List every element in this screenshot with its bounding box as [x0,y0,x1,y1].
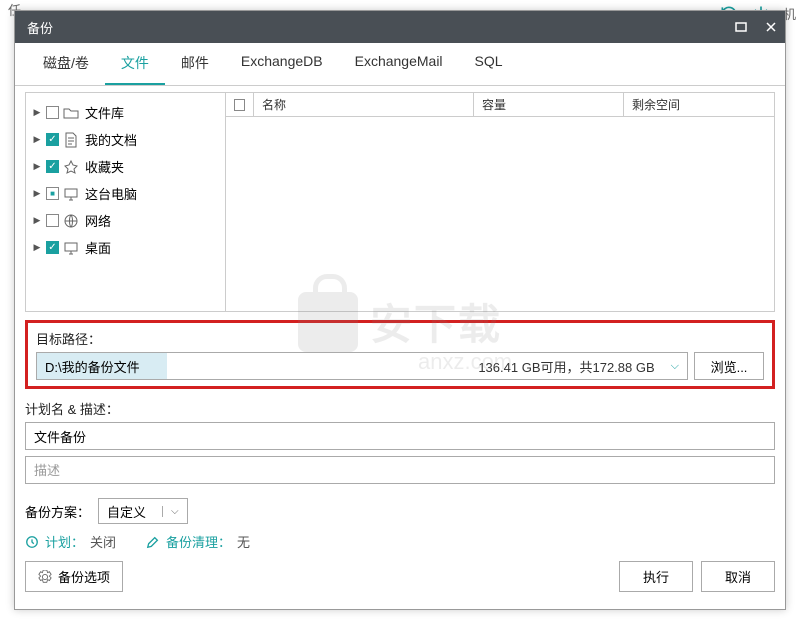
tab-mail[interactable]: 邮件 [165,43,225,85]
target-path-select[interactable]: D:\我的备份文件 136.41 GB可用，共172.88 GB ⌵ [36,352,688,380]
target-path-section: 目标路径： D:\我的备份文件 136.41 GB可用，共172.88 GB ⌵… [25,320,775,389]
expander-icon[interactable]: ▶ [32,215,42,226]
gear-icon [38,570,52,584]
expander-icon[interactable]: ▶ [32,107,42,118]
tree-item-desktop[interactable]: ▶ 桌面 [30,234,221,261]
scheme-row: 备份方案： 自定义 ⌵ [25,498,775,524]
star-icon [63,159,79,175]
tree-label: 收藏夹 [85,157,124,176]
plan-status-link[interactable]: 计划： 关闭 [25,532,116,551]
tab-file[interactable]: 文件 [105,43,165,85]
list-header-capacity[interactable]: 容量 [474,93,624,116]
checkbox[interactable] [46,106,59,119]
plan-label: 计划名 & 描述： [25,399,775,418]
clean-status-link[interactable]: 备份清理： 无 [146,532,250,551]
cancel-button[interactable]: 取消 [701,561,775,592]
document-icon [63,132,79,148]
footer: 备份选项 执行 取消 [25,561,775,592]
tree-label: 网络 [85,211,111,230]
checkbox[interactable] [46,241,59,254]
close-icon[interactable] [765,21,777,33]
expander-icon[interactable]: ▶ [32,161,42,172]
chevron-down-icon: ⌵ [162,506,179,517]
tree-label: 文件库 [85,103,124,122]
tab-bar: 磁盘/卷 文件 邮件 ExchangeDB ExchangeMail SQL [15,43,785,86]
tree-item-network[interactable]: ▶ 网络 [30,207,221,234]
list-header-free[interactable]: 剩余空间 [624,93,774,116]
dialog-title: 备份 [27,18,735,37]
tree-item-favorites[interactable]: ▶ 收藏夹 [30,153,221,180]
scheme-select[interactable]: 自定义 ⌵ [98,498,188,524]
execute-button[interactable]: 执行 [619,561,693,592]
expander-icon[interactable]: ▶ [32,188,42,199]
source-tree: ▶ 文件库 ▶ 我的文档 ▶ 收藏夹 ▶ [26,93,226,311]
list-header-name[interactable]: 名称 [254,93,474,116]
expander-icon[interactable]: ▶ [32,134,42,145]
plan-desc-input[interactable] [25,456,775,484]
file-list: 名称 容量 剩余空间 [226,93,774,311]
folder-icon [63,105,79,121]
target-label: 目标路径： [36,329,764,348]
status-row: 计划： 关闭 备份清理： 无 [25,532,775,551]
chevron-down-icon: ⌵ [671,360,679,373]
tab-exchangedb[interactable]: ExchangeDB [225,43,339,85]
scheme-value: 自定义 [107,502,146,521]
source-panel: ▶ 文件库 ▶ 我的文档 ▶ 收藏夹 ▶ [25,92,775,312]
maximize-icon[interactable] [735,21,747,33]
tree-item-library[interactable]: ▶ 文件库 [30,99,221,126]
expander-icon[interactable]: ▶ [32,242,42,253]
tree-label: 这台电脑 [85,184,137,203]
checkbox[interactable] [46,133,59,146]
checkbox[interactable] [46,187,59,200]
title-bar: 备份 [15,11,785,43]
checkbox[interactable] [46,214,59,227]
tab-sql[interactable]: SQL [459,43,519,85]
plan-section: 计划名 & 描述： [25,399,775,490]
tab-exchangemail[interactable]: ExchangeMail [339,43,459,85]
globe-icon [63,213,79,229]
list-header: 名称 容量 剩余空间 [226,93,774,117]
clock-icon [25,535,39,549]
backup-options-button[interactable]: 备份选项 [25,561,123,592]
browse-button[interactable]: 浏览... [694,352,764,380]
list-header-checkbox[interactable] [226,93,254,116]
tree-label: 我的文档 [85,130,137,149]
monitor-icon [63,186,79,202]
tree-item-documents[interactable]: ▶ 我的文档 [30,126,221,153]
tree-item-thispc[interactable]: ▶ 这台电脑 [30,180,221,207]
target-path-value: D:\我的备份文件 [45,357,478,376]
tree-label: 桌面 [85,238,111,257]
plan-name-input[interactable] [25,422,775,450]
target-space-info: 136.41 GB可用，共172.88 GB [478,357,654,376]
brush-icon [146,535,160,549]
checkbox[interactable] [46,160,59,173]
backup-dialog: 备份 磁盘/卷 文件 邮件 ExchangeDB ExchangeMail SQ… [14,10,786,610]
tab-disk[interactable]: 磁盘/卷 [27,43,105,85]
scheme-label: 备份方案： [25,502,90,521]
monitor-icon [63,240,79,256]
